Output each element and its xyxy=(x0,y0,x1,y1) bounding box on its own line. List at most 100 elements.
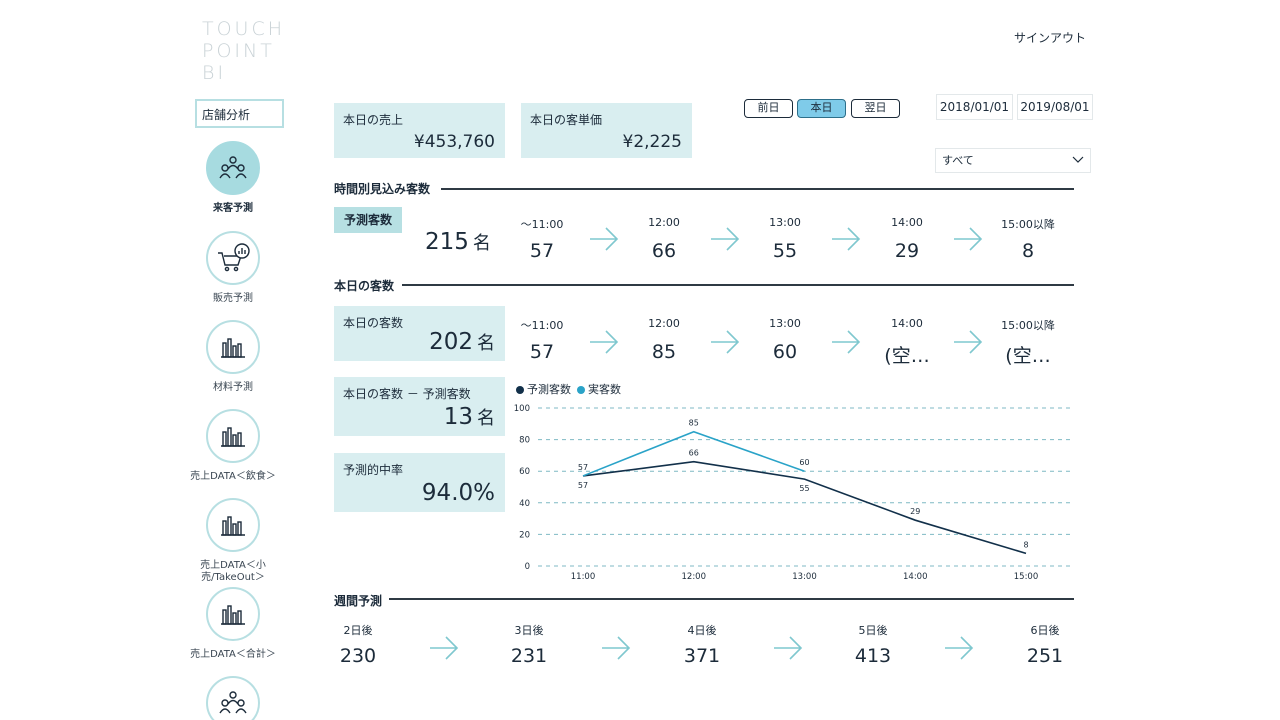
y-tick-label: 20 xyxy=(519,530,530,540)
arrow-right-icon xyxy=(590,227,619,251)
legend-label: 予測客数 xyxy=(527,383,571,396)
data-label: 8 xyxy=(1023,540,1028,549)
forecast-total-value: 215 xyxy=(425,229,469,255)
actual-slot-value: 57 xyxy=(529,341,555,363)
forecast-section-title: 時間別見込み客数 xyxy=(334,182,431,196)
next-day-button[interactable]: 翌日 xyxy=(851,99,900,118)
kpi-unit-price-value: ¥2,225 xyxy=(622,132,682,152)
sidebar-item-sales-forecast[interactable]: 販売予測 xyxy=(190,231,276,305)
actual-slot-value: (空… xyxy=(1005,345,1051,367)
forecast-slot-value: 8 xyxy=(1021,240,1035,262)
forecast-badge: 予測客数 xyxy=(334,207,402,233)
sidebar-item-label: 販売予測 xyxy=(213,293,253,304)
x-tick-label: 11:00 xyxy=(571,572,596,582)
legend-dot xyxy=(577,386,585,394)
arrow-right-icon xyxy=(602,636,631,660)
cart-chart-icon xyxy=(206,231,260,285)
bar-chart-icon xyxy=(206,498,260,552)
chart-legend: 予測客数 実客数 xyxy=(516,381,621,397)
y-tick-label: 0 xyxy=(525,562,530,572)
people-icon xyxy=(206,676,260,720)
sidebar-item-sales-food[interactable]: 売上DATA＜飲食＞ xyxy=(190,409,276,483)
sidebar-item-label: 材料予測 xyxy=(213,382,253,393)
forecast-total-unit: 名 xyxy=(472,233,491,254)
sidebar-item-sales-retail[interactable]: 売上DATA＜小売/TakeOut＞ xyxy=(190,498,276,584)
sidebar-item-visitor-forecast[interactable]: 来客予測 xyxy=(190,141,276,215)
data-label: 29 xyxy=(910,507,920,516)
weekly-day-value: 231 xyxy=(510,645,548,667)
actual-section-title: 本日の客数 xyxy=(334,279,395,293)
today-button[interactable]: 本日 xyxy=(797,99,846,118)
chevron-down-icon xyxy=(1072,156,1084,163)
forecast-slot-label: 15:00以降 xyxy=(1001,218,1055,231)
weekly-day-value: 413 xyxy=(854,645,892,667)
actual-total-unit: 名 xyxy=(477,333,495,354)
sidebar-item-label: 売上DATA＜飲食＞ xyxy=(190,471,276,482)
actual-card-title: 本日の客数 xyxy=(343,316,404,330)
y-tick-label: 100 xyxy=(514,404,530,414)
weekly-day-value: 251 xyxy=(1026,645,1064,667)
arrow-right-icon xyxy=(430,636,459,660)
y-tick-label: 60 xyxy=(519,467,530,477)
data-label: 66 xyxy=(689,449,699,458)
sidebar-item-material-forecast[interactable]: 材料予測 xyxy=(190,320,276,394)
arrow-right-icon xyxy=(590,330,619,354)
diff-card: 本日の客数 － 予測客数 13 名 xyxy=(334,377,505,436)
weekly-day-label: 6日後 xyxy=(1030,624,1060,637)
weekly-day-label: 4日後 xyxy=(687,624,717,637)
arrow-right-icon xyxy=(711,330,740,354)
visitor-line-chart: 0 20 40 60 80 100 11:00 12:00 13:00 14:00 15:00 57 6… xyxy=(514,404,1072,582)
people-icon xyxy=(206,141,260,195)
data-label: 57 xyxy=(578,463,588,472)
kpi-unit-price-card: 本日の客単価 ¥2,225 xyxy=(521,103,692,158)
actual-slot-label: 12:00 xyxy=(648,317,680,330)
kpi-unit-price-title: 本日の客単価 xyxy=(530,113,603,127)
actual-slot-label: 15:00以降 xyxy=(1001,319,1055,332)
actual-total-card: 本日の客数 202 名 xyxy=(334,306,505,361)
brand-line-1: TOUCH xyxy=(202,18,286,40)
y-tick-label: 40 xyxy=(519,499,530,509)
x-tick-label: 12:00 xyxy=(682,572,707,582)
diff-value-number: 13 xyxy=(443,404,473,430)
start-date-field[interactable]: 2018/01/01 xyxy=(936,94,1013,120)
store-select[interactable]: 店舗分析 xyxy=(195,99,284,128)
actual-total: 202 名 xyxy=(429,329,495,355)
arrow-right-icon xyxy=(774,636,803,660)
sidebar-item-label: 来客予測 xyxy=(213,203,253,214)
series-line-0 xyxy=(582,460,1027,555)
dropdown-value: すべて xyxy=(942,154,974,167)
end-date-field[interactable]: 2019/08/01 xyxy=(1017,94,1093,120)
arrow-right-icon xyxy=(832,330,861,354)
kpi-sales-value: ¥453,760 xyxy=(413,132,495,152)
x-tick-label: 15:00 xyxy=(1014,572,1039,582)
weekly-day-label: 2日後 xyxy=(343,624,373,637)
bar-chart-icon xyxy=(206,320,260,374)
arrow-right-icon xyxy=(832,227,861,251)
weekly-section-title: 週間予測 xyxy=(334,594,383,608)
legend-dot xyxy=(516,386,524,394)
prev-day-button[interactable]: 前日 xyxy=(744,99,793,118)
arrow-right-icon xyxy=(711,227,740,251)
data-label: 85 xyxy=(689,419,699,428)
weekly-day-value: 230 xyxy=(339,645,377,667)
data-label: 57 xyxy=(578,481,588,490)
data-label: 55 xyxy=(799,484,809,493)
actual-slot-value: 85 xyxy=(651,341,677,363)
forecast-slot-label: 13:00 xyxy=(769,216,801,229)
sidebar-item-sales-total[interactable]: 売上DATA＜合計＞ xyxy=(190,587,276,661)
forecast-total: 215 名 xyxy=(425,229,491,255)
brand-line-3: BI xyxy=(202,62,227,84)
forecast-slot-label: ～11:00 xyxy=(520,218,564,231)
legend-item-forecast: 予測客数 xyxy=(516,381,571,397)
actual-slot-label: 14:00 xyxy=(891,317,923,330)
sidebar-item-more[interactable] xyxy=(190,676,276,720)
diff-card-title: 本日の客数 － 予測客数 xyxy=(343,387,471,401)
x-tick-label: 14:00 xyxy=(903,572,928,582)
accuracy-value: 94.0% xyxy=(421,480,495,506)
weekly-day-label: 3日後 xyxy=(514,624,544,637)
signout-link[interactable]: サインアウト xyxy=(1014,29,1086,46)
category-dropdown[interactable]: すべて xyxy=(935,148,1091,173)
actual-total-value: 202 xyxy=(429,329,473,355)
forecast-slot-label: 14:00 xyxy=(891,216,923,229)
forecast-slot-value: 55 xyxy=(772,240,798,262)
